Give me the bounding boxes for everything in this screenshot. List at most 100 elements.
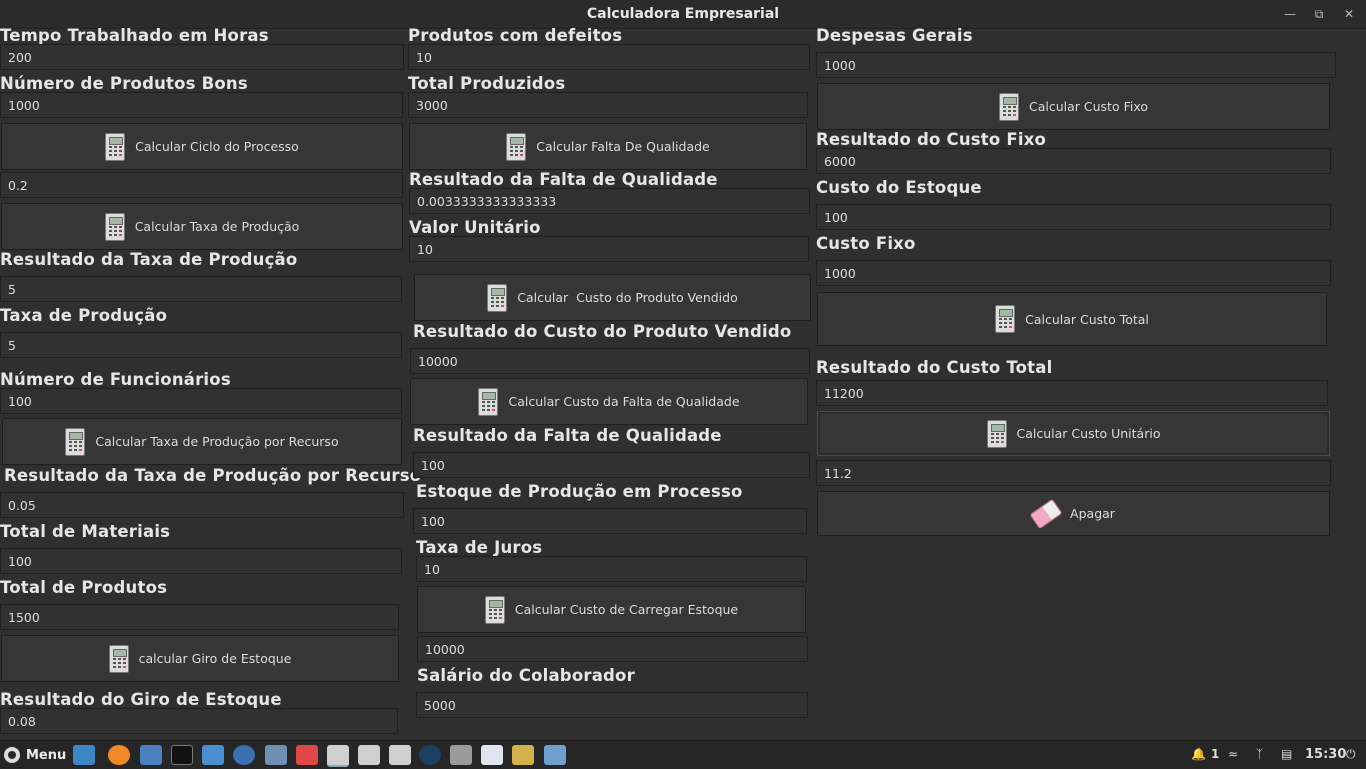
valor-unitario-input[interactable] bbox=[409, 236, 809, 262]
apagar-button[interactable]: Apagar bbox=[817, 491, 1330, 536]
menu-button[interactable]: Menu bbox=[4, 745, 66, 765]
custo-estoque-input[interactable] bbox=[816, 204, 1331, 230]
show-desktop-icon[interactable] bbox=[73, 745, 95, 765]
taxa-juros-label: Taxa de Juros bbox=[416, 538, 543, 557]
notification-count: 1 bbox=[1211, 747, 1220, 761]
calcular-custo-falta-qualidade-label: Calcular Custo da Falta de Qualidade bbox=[508, 394, 740, 409]
terminal-icon[interactable] bbox=[171, 745, 193, 765]
calculator-app-icon[interactable] bbox=[327, 745, 349, 767]
salario-colaborador-input[interactable] bbox=[416, 692, 808, 718]
estoque-processo-label: Estoque de Produção em Processo bbox=[416, 482, 743, 501]
calculator-icon bbox=[484, 595, 505, 624]
resultado-taxa-recurso-label: Resultado da Taxa de Produção por Recurs… bbox=[4, 466, 422, 485]
calculator-app-icon-3[interactable] bbox=[389, 745, 411, 765]
resultado-giro-estoque-input[interactable] bbox=[0, 708, 398, 734]
calculator-app-icon-2[interactable] bbox=[358, 745, 380, 765]
calcular-custo-produto-vendido-label: Calcular Custo do Produto Vendido bbox=[517, 290, 738, 305]
close-button[interactable]: ✕ bbox=[1340, 5, 1358, 23]
calcular-custo-falta-qualidade-button[interactable]: Calcular Custo da Falta de Qualidade bbox=[410, 378, 808, 425]
total-materiais-label: Total de Materiais bbox=[0, 522, 171, 541]
estoque-processo-input[interactable] bbox=[413, 508, 807, 534]
despesas-gerais-input[interactable] bbox=[816, 52, 1336, 78]
network-app-icon[interactable] bbox=[544, 745, 566, 765]
calcular-custo-unitario-button[interactable]: Calcular Custo Unitário bbox=[817, 411, 1330, 456]
calcular-ciclo-button[interactable]: Calcular Ciclo do Processo bbox=[1, 123, 403, 170]
custo-estoque-label: Custo do Estoque bbox=[816, 178, 982, 197]
total-produzidos-input[interactable] bbox=[408, 92, 808, 118]
mail-icon[interactable] bbox=[140, 745, 162, 765]
bluetooth-icon[interactable]: ᛉ bbox=[1256, 747, 1263, 761]
ciclo-result-input[interactable] bbox=[0, 172, 403, 198]
mint-logo-icon bbox=[4, 747, 20, 763]
resultado-custo-fixo-input[interactable] bbox=[816, 148, 1331, 174]
despesas-gerais-label: Despesas Gerais bbox=[816, 26, 973, 45]
keys-icon[interactable] bbox=[512, 745, 534, 765]
shutdown-icon[interactable]: ⏻ bbox=[1346, 747, 1356, 762]
tempo-input[interactable] bbox=[0, 44, 404, 70]
valor-unitario-label: Valor Unitário bbox=[409, 218, 541, 237]
calcular-giro-estoque-button[interactable]: calcular Giro de Estoque bbox=[1, 635, 399, 682]
download-icon[interactable] bbox=[296, 745, 318, 765]
resultado-taxa-recurso-input[interactable] bbox=[0, 492, 404, 518]
resultado-giro-estoque-label: Resultado do Giro de Estoque bbox=[0, 690, 282, 709]
resultado-custo-total-label: Resultado do Custo Total bbox=[816, 358, 1053, 377]
resultado-falta-qualidade-2-label: Resultado da Falta de Qualidade bbox=[413, 426, 722, 445]
resultado-custo-total-input[interactable] bbox=[816, 380, 1328, 406]
globe-icon[interactable] bbox=[419, 745, 441, 765]
calculator-icon bbox=[995, 305, 1016, 333]
produtos-bons-input[interactable] bbox=[0, 92, 403, 118]
calculator-icon bbox=[998, 92, 1019, 121]
tempo-label: Tempo Trabalhado em Horas bbox=[0, 26, 269, 45]
taxa-producao-input[interactable] bbox=[0, 332, 402, 358]
lock-icon[interactable] bbox=[450, 745, 472, 765]
total-produtos-label: Total de Produtos bbox=[0, 578, 168, 597]
clipboard-icon[interactable]: ▤ bbox=[1281, 747, 1292, 761]
custo-fixo-input[interactable] bbox=[816, 260, 1331, 286]
resultado-custo-fixo-label: Resultado do Custo Fixo bbox=[816, 130, 1047, 149]
resultado-cpv-label: Resultado do Custo do Produto Vendido bbox=[413, 322, 792, 341]
funcionarios-input[interactable] bbox=[0, 388, 402, 414]
custo-carregar-estoque-result-input[interactable] bbox=[417, 636, 808, 662]
calcular-custo-produto-vendido-button[interactable]: Calcular Custo do Produto Vendido bbox=[414, 274, 811, 321]
produtos-defeitos-input[interactable] bbox=[408, 44, 810, 70]
calcular-custo-total-button[interactable]: Calcular Custo Total bbox=[817, 292, 1327, 346]
salario-colaborador-label: Salário do Colaborador bbox=[417, 666, 635, 685]
total-produzidos-label: Total Produzidos bbox=[408, 74, 566, 93]
pen-icon[interactable] bbox=[481, 745, 503, 765]
resultado-taxa-producao-input[interactable] bbox=[0, 276, 402, 302]
notification-icon[interactable]: 🔔 bbox=[1191, 747, 1206, 761]
firefox-icon[interactable] bbox=[108, 745, 130, 765]
calcular-taxa-producao-button[interactable]: Calcular Taxa de Produção bbox=[1, 203, 403, 250]
taxa-juros-input[interactable] bbox=[416, 556, 807, 582]
custo-fixo-label: Custo Fixo bbox=[816, 234, 916, 253]
calcular-giro-estoque-label: calcular Giro de Estoque bbox=[138, 651, 292, 666]
calculator-icon bbox=[104, 212, 125, 241]
files-icon[interactable] bbox=[202, 745, 224, 765]
clock[interactable]: 15:30 bbox=[1305, 747, 1346, 762]
taxa-producao-label: Taxa de Produção bbox=[0, 306, 168, 325]
apagar-label: Apagar bbox=[1070, 506, 1115, 521]
custo-unitario-result-input[interactable] bbox=[816, 460, 1331, 486]
menu-label: Menu bbox=[26, 747, 67, 763]
calcular-custo-carregar-estoque-button[interactable]: Calcular Custo de Carregar Estoque bbox=[417, 586, 806, 633]
calculator-icon bbox=[487, 283, 508, 312]
calcular-falta-qualidade-button[interactable]: Calcular Falta De Qualidade bbox=[409, 123, 807, 170]
resultado-falta-qualidade-input[interactable] bbox=[409, 188, 810, 214]
calcular-custo-fixo-button[interactable]: Calcular Custo Fixo bbox=[817, 83, 1330, 130]
resultado-falta-qualidade-2-input[interactable] bbox=[413, 452, 810, 478]
calculator-icon bbox=[506, 132, 527, 161]
maximize-button[interactable]: ⧉ bbox=[1310, 5, 1328, 23]
calcular-taxa-recurso-button[interactable]: Calcular Taxa de Produção por Recurso bbox=[2, 418, 402, 465]
resultado-cpv-input[interactable] bbox=[410, 348, 810, 374]
paw-icon[interactable] bbox=[233, 745, 255, 765]
produtos-defeitos-label: Produtos com defeitos bbox=[408, 26, 623, 45]
calcular-taxa-recurso-label: Calcular Taxa de Produção por Recurso bbox=[95, 434, 339, 449]
total-produtos-input[interactable] bbox=[0, 604, 399, 630]
taskbar: Menu 🔔 1 ≈ ᛉ ▤ 15:30 ⏻ bbox=[0, 740, 1366, 769]
total-materiais-input[interactable] bbox=[0, 548, 402, 574]
editor-icon[interactable] bbox=[265, 745, 287, 765]
wifi-icon[interactable]: ≈ bbox=[1228, 747, 1238, 761]
minimize-button[interactable]: — bbox=[1281, 5, 1299, 23]
calcular-ciclo-label: Calcular Ciclo do Processo bbox=[135, 139, 299, 154]
window-titlebar: Calculadora Empresarial — ⧉ ✕ bbox=[0, 0, 1366, 29]
